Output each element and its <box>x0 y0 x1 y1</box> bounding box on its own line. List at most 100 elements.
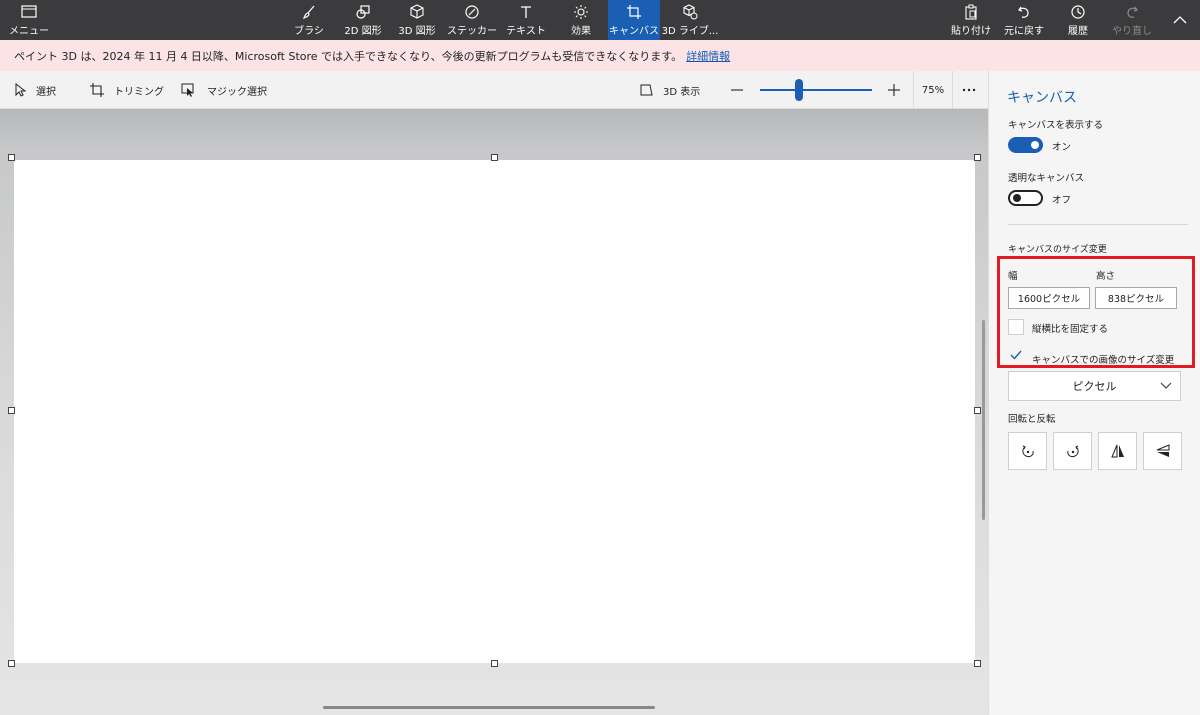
notice-text: ペイント 3D は、2024 年 11 月 4 日以降、Microsoft St… <box>14 49 683 63</box>
canvas-resize-handle-r[interactable] <box>974 407 981 414</box>
menu-button[interactable]: メニュー <box>8 0 50 40</box>
ellipsis-icon <box>962 88 976 92</box>
flip-vertical-icon <box>1156 444 1169 457</box>
tool-label: テキスト <box>506 25 546 37</box>
3d-library-icon <box>682 3 698 20</box>
sticker-icon <box>464 4 480 20</box>
notice-details-link[interactable]: 詳細情報 <box>686 48 730 64</box>
tool-text[interactable]: テキスト <box>504 0 548 40</box>
zoom-in-button[interactable] <box>887 71 911 109</box>
canvas-resize-handle-b[interactable] <box>491 660 498 667</box>
chevron-up-icon <box>1173 12 1187 28</box>
resize-canvas-label: キャンバスのサイズ変更 <box>1008 245 1107 255</box>
zoom-slider-track[interactable] <box>760 89 872 91</box>
magic-select-button[interactable]: マジック選択 <box>181 71 267 109</box>
chevron-down-icon <box>1160 382 1172 389</box>
canvas-resize-handle-l[interactable] <box>8 407 15 414</box>
tool-brushes[interactable]: ブラシ <box>288 0 330 40</box>
brush-icon <box>301 4 317 20</box>
deprecation-notice: ペイント 3D は、2024 年 11 月 4 日以降、Microsoft St… <box>0 40 1200 71</box>
3d-cube-icon <box>409 3 425 20</box>
show-canvas-state: オン <box>1052 142 1072 153</box>
2d-shapes-icon <box>355 4 371 20</box>
tool-label: 効果 <box>571 25 591 37</box>
zoom-percent[interactable]: 75% <box>913 71 953 109</box>
effects-sun-icon <box>573 4 589 20</box>
history-clock-icon <box>1070 4 1086 20</box>
height-value: 838ピクセル <box>1107 294 1165 305</box>
redo-icon <box>1124 4 1140 20</box>
height-label: 高さ <box>1096 271 1116 282</box>
resize-image-label: キャンバスでの画像のサイズ変更 <box>1032 355 1175 366</box>
unit-dropdown[interactable]: ピクセル <box>1008 371 1181 401</box>
plus-icon <box>888 84 900 96</box>
action-label: 履歴 <box>1068 25 1088 37</box>
rotate-right-icon <box>1066 445 1079 458</box>
cursor-arrow-icon <box>15 83 26 97</box>
zoom-out-button[interactable] <box>730 71 754 109</box>
redo-button[interactable]: やり直し <box>1112 0 1152 40</box>
tool-2d-shapes[interactable]: 2D 図形 <box>342 0 384 40</box>
tool-label: ブラシ <box>294 25 324 37</box>
rotate-left-button[interactable] <box>1008 432 1047 470</box>
transparent-canvas-state: オフ <box>1052 195 1072 206</box>
history-button[interactable]: 履歴 <box>1058 0 1098 40</box>
canvas-resize-handle-br[interactable] <box>974 660 981 667</box>
show-canvas-toggle[interactable] <box>1008 137 1043 153</box>
text-icon <box>518 4 534 20</box>
collapse-toolbar-button[interactable] <box>1166 0 1194 40</box>
tool-label: 3D ライブ... <box>661 25 719 37</box>
width-input[interactable]: 1600ピクセル <box>1008 287 1090 309</box>
flip-horizontal-button[interactable] <box>1098 432 1137 470</box>
canvas-resize-handle-tl[interactable] <box>8 154 15 161</box>
flip-horizontal-icon <box>1110 444 1124 458</box>
zoom-slider-thumb[interactable] <box>795 79 804 101</box>
checkmark-icon[interactable] <box>1010 350 1022 363</box>
minus-icon <box>731 89 743 91</box>
vertical-scrollbar[interactable] <box>982 320 985 520</box>
tool-effects[interactable]: 効果 <box>560 0 602 40</box>
transparent-canvas-toggle[interactable] <box>1008 190 1043 206</box>
drawing-canvas[interactable] <box>14 160 975 663</box>
tool-stickers[interactable]: ステッカー <box>447 0 497 40</box>
undo-button[interactable]: 元に戻す <box>1004 0 1044 40</box>
magic-select-icon <box>181 83 194 97</box>
canvas-resize-handle-t[interactable] <box>491 154 498 161</box>
canvas-crop-icon <box>626 4 642 20</box>
magic-select-label: マジック選択 <box>207 86 267 98</box>
workspace <box>0 109 988 715</box>
crop-tool-button[interactable]: トリミング <box>90 71 164 109</box>
tool-label: 3D 図形 <box>398 25 436 37</box>
crop-label: トリミング <box>114 86 164 98</box>
panel-divider <box>1008 224 1188 225</box>
3d-view-icon <box>640 84 653 96</box>
horizontal-scrollbar[interactable] <box>323 706 655 709</box>
paste-button[interactable]: 貼り付け <box>951 0 991 40</box>
rotate-flip-label: 回転と反転 <box>1008 414 1056 425</box>
canvas-resize-handle-tr[interactable] <box>974 154 981 161</box>
view-3d-button[interactable]: 3D 表示 <box>639 71 700 109</box>
panel-title: キャンバス <box>1007 90 1077 106</box>
action-label: 元に戻す <box>1004 25 1044 37</box>
select-tool-button[interactable]: 選択 <box>14 71 56 109</box>
menu-icon <box>21 4 37 20</box>
rotate-right-button[interactable] <box>1053 432 1092 470</box>
flip-vertical-button[interactable] <box>1143 432 1182 470</box>
height-input[interactable]: 838ピクセル <box>1095 287 1177 309</box>
crop-icon <box>90 83 104 97</box>
tool-canvas[interactable]: キャンバス <box>608 0 660 40</box>
top-toolbar: メニュー ブラシ 2D 図形 3D 図形 ステッカー テキスト 効果 キャンバス… <box>0 0 1200 40</box>
tool-label: ステッカー <box>447 25 497 37</box>
view-3d-label: 3D 表示 <box>663 86 701 98</box>
more-options-button[interactable] <box>962 71 986 109</box>
canvas-settings-panel: キャンバス キャンバスを表示する オン 透明なキャンバス オフ キャンバスのサイ… <box>988 71 1200 715</box>
tool-3d-shapes[interactable]: 3D 図形 <box>396 0 438 40</box>
tool-3d-library[interactable]: 3D ライブ... <box>662 0 718 40</box>
canvas-resize-handle-bl[interactable] <box>8 660 15 667</box>
tool-label: 2D 図形 <box>344 25 382 37</box>
lock-aspect-label: 縦横比を固定する <box>1032 324 1109 335</box>
lock-aspect-checkbox[interactable] <box>1008 319 1024 335</box>
width-label: 幅 <box>1008 271 1018 282</box>
transparent-canvas-label: 透明なキャンバス <box>1008 173 1085 184</box>
show-canvas-label: キャンバスを表示する <box>1008 120 1104 131</box>
